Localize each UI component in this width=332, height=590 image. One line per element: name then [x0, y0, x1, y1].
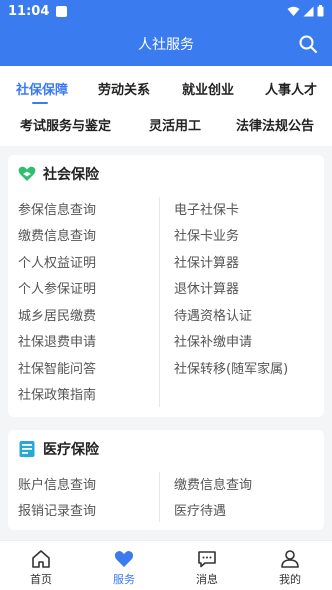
social-insurance-label: 社会保险	[43, 167, 99, 183]
heart-icon	[114, 551, 134, 567]
status-time: 11:04	[8, 3, 50, 19]
signal-icon	[303, 6, 314, 16]
status-bar: 11:04	[0, 0, 332, 22]
list-item[interactable]: 社保政策指南	[18, 384, 96, 403]
app-header: 人社服务	[0, 22, 332, 66]
list-item[interactable]: 社保卡业务	[174, 225, 239, 244]
nav-profile[interactable]: 我的	[260, 541, 320, 590]
column-divider	[159, 197, 160, 407]
tab-labor-relations[interactable]: 劳动关系	[98, 79, 150, 98]
list-item[interactable]: 参保信息查询	[18, 199, 96, 218]
category-tabs: 社保保障 劳动关系 就业创业 人事人才 考试服务与鉴定 灵活用工 法律法规公告	[0, 66, 332, 146]
medical-insurance-label: 医疗保险	[43, 442, 99, 458]
heart-leaf-icon	[18, 166, 36, 181]
wifi-icon	[287, 6, 300, 16]
list-item[interactable]: 缴费信息查询	[174, 474, 252, 493]
list-item[interactable]: 社保退费申请	[18, 331, 96, 350]
list-item[interactable]: 医疗待遇	[174, 500, 226, 519]
nav-services[interactable]: 服务	[94, 541, 154, 590]
social-insurance-card: 社会保险 参保信息查询 缴费信息查询 个人权益证明 个人参保证明 城乡居民缴费 …	[8, 155, 324, 417]
nav-home-label: 首页	[30, 573, 52, 586]
user-icon	[281, 550, 299, 568]
list-item[interactable]: 城乡居民缴费	[18, 305, 96, 324]
list-item[interactable]: 账户信息查询	[18, 474, 96, 493]
page-title: 人社服务	[138, 37, 194, 53]
list-item[interactable]: 社保智能问答	[18, 358, 96, 377]
nav-home[interactable]: 首页	[11, 541, 71, 590]
tab-personnel[interactable]: 人事人才	[265, 79, 317, 98]
bottom-nav: 首页 服务 消息 我的	[0, 540, 332, 590]
nav-profile-label: 我的	[279, 573, 301, 586]
notification-icon	[56, 5, 68, 17]
list-item[interactable]: 退休计算器	[174, 278, 239, 297]
nav-messages[interactable]: 消息	[177, 541, 237, 590]
list-item[interactable]: 待遇资格认证	[174, 305, 252, 324]
list-item[interactable]: 缴费信息查询	[18, 225, 96, 244]
list-item[interactable]: 个人参保证明	[18, 278, 96, 297]
tab-social-security[interactable]: 社保保障	[16, 79, 68, 98]
battery-icon	[317, 5, 324, 17]
list-item[interactable]: 电子社保卡	[174, 199, 239, 218]
nav-services-label: 服务	[113, 573, 135, 586]
list-item[interactable]: 报销记录查询	[18, 500, 96, 519]
home-icon	[32, 550, 50, 568]
medical-insurance-card: 医疗保险 账户信息查询 报销记录查询 缴费信息查询 医疗待遇	[8, 430, 324, 530]
tab-laws-announcements[interactable]: 法律法规公告	[236, 115, 314, 134]
list-item[interactable]: 社保计算器	[174, 252, 239, 271]
nav-messages-label: 消息	[196, 573, 218, 586]
column-divider	[159, 472, 160, 522]
active-tab-indicator	[32, 102, 48, 104]
document-icon	[19, 441, 35, 457]
social-insurance-title: 社会保险	[18, 163, 99, 185]
list-item[interactable]: 个人权益证明	[18, 252, 96, 271]
list-item[interactable]: 社保补缴申请	[174, 331, 252, 350]
search-icon[interactable]	[298, 34, 318, 54]
medical-insurance-title: 医疗保险	[18, 438, 99, 460]
tab-flexible-employment[interactable]: 灵活用工	[149, 115, 201, 134]
message-icon	[198, 551, 216, 568]
tab-employment[interactable]: 就业创业	[182, 79, 234, 98]
tab-exam-services[interactable]: 考试服务与鉴定	[20, 115, 111, 134]
list-item[interactable]: 社保转移(随军家属)	[174, 358, 288, 377]
